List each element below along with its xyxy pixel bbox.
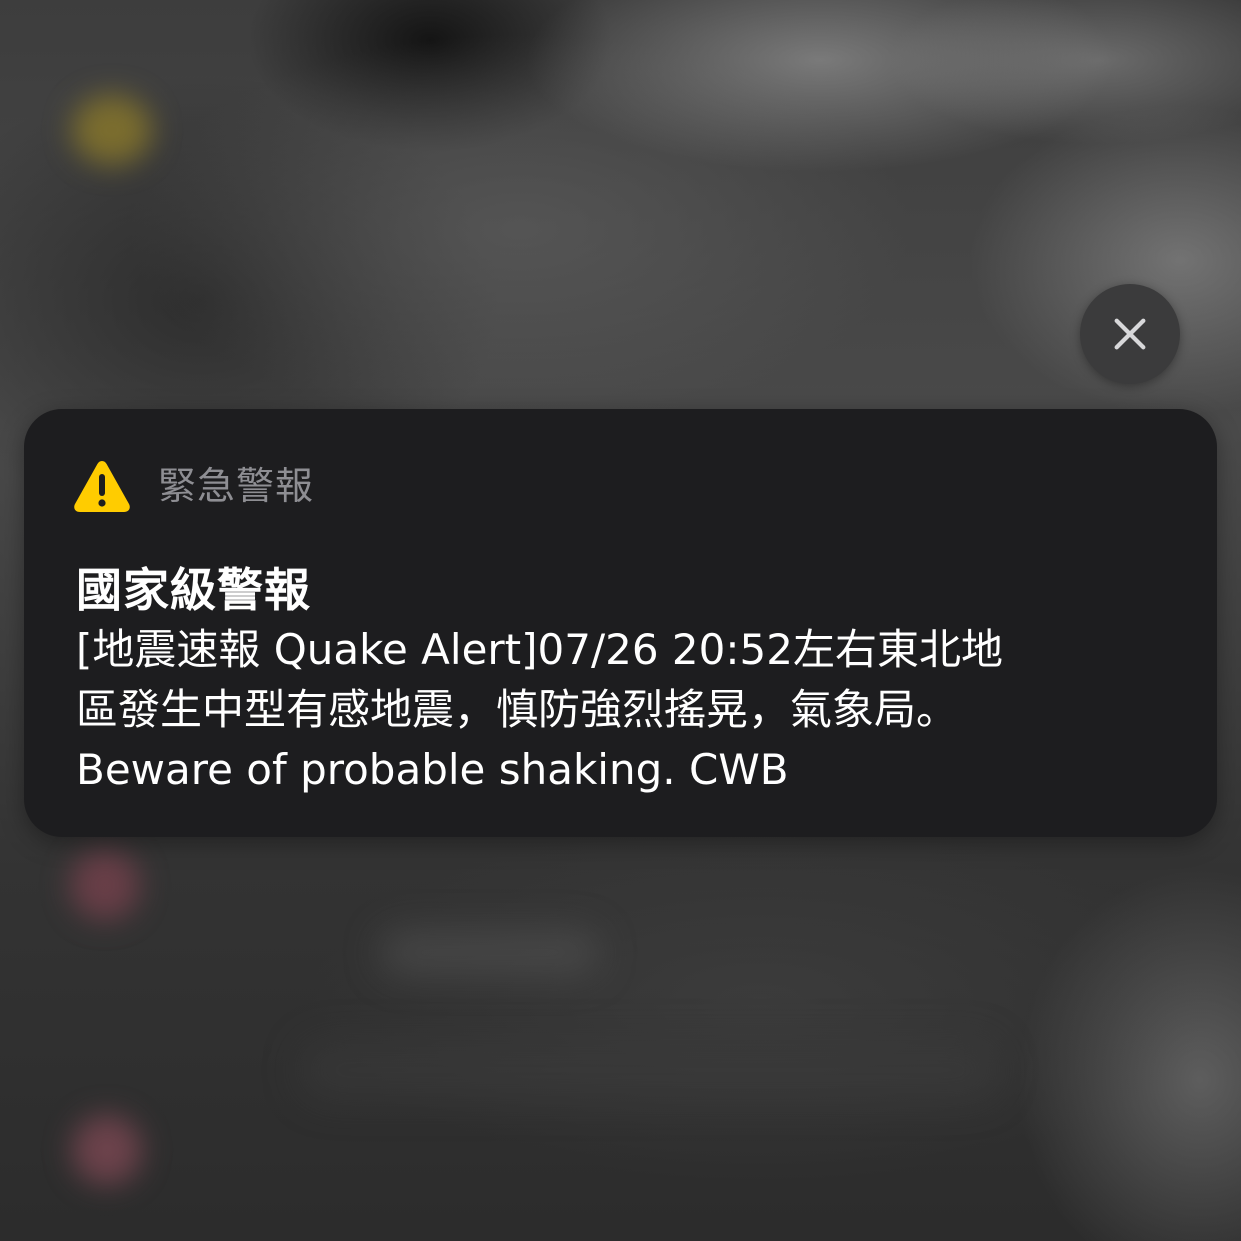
alert-message-line: 區發生中型有感地震，慎防強烈搖晃，氣象局。 [76, 685, 959, 734]
alert-header: 緊急警報 [72, 457, 314, 515]
blurred-app-icon [72, 95, 152, 165]
close-x-icon [1114, 318, 1146, 350]
blurred-text [380, 930, 600, 975]
emergency-alert-card[interactable]: 緊急警報 國家級警報 [地震速報 Quake Alert]07/26 20:52… [24, 409, 1217, 837]
alert-category-label: 緊急警報 [158, 464, 315, 508]
alert-message: [地震速報 Quake Alert]07/26 20:52左右東北地 區發生中型… [76, 620, 1176, 800]
blurred-app-icon [72, 1115, 142, 1185]
alert-title: 國家級警報 [76, 563, 311, 617]
warning-triangle-icon [74, 461, 130, 512]
blurred-text [300, 1040, 1000, 1100]
alert-message-line: [地震速報 Quake Alert]07/26 20:52左右東北地 [76, 625, 1003, 674]
blurred-app-icon [70, 850, 140, 920]
dismiss-alert-button[interactable] [1080, 284, 1180, 384]
alert-message-line: Beware of probable shaking. CWB [76, 745, 789, 794]
